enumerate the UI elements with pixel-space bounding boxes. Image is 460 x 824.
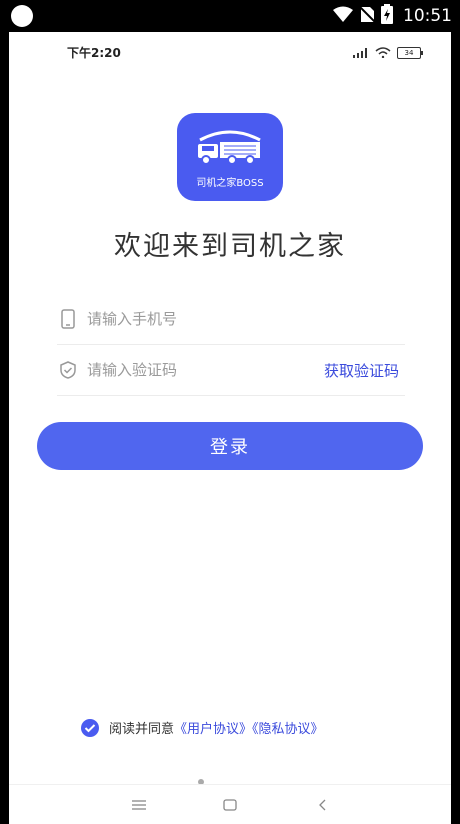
wifi-icon bbox=[333, 6, 353, 26]
home-icon[interactable] bbox=[220, 795, 240, 815]
code-field-row: 获取验证码 bbox=[57, 345, 405, 396]
logo-text: 司机之家BOSS bbox=[196, 177, 264, 189]
back-icon[interactable] bbox=[313, 795, 333, 815]
device-clock: 10:51 bbox=[403, 6, 452, 26]
no-sim-icon bbox=[358, 5, 376, 27]
get-code-button[interactable]: 获取验证码 bbox=[324, 360, 399, 381]
signal-icon bbox=[353, 43, 369, 62]
privacy-policy-link[interactable]: 《隐私协议》 bbox=[252, 722, 324, 737]
battery-charging-icon bbox=[381, 4, 393, 28]
menu-icon[interactable] bbox=[129, 795, 149, 815]
user-agreement-link[interactable]: 《用户协议》 bbox=[174, 722, 252, 737]
welcome-title: 欢迎来到司机之家 bbox=[114, 231, 346, 262]
phone-input[interactable] bbox=[87, 310, 405, 328]
notification-dot-icon bbox=[11, 5, 33, 27]
app-logo: 司机之家BOSS bbox=[177, 113, 283, 201]
agreement-prefix: 阅读并同意 bbox=[109, 722, 175, 737]
status-time: 下午2:20 bbox=[67, 46, 121, 60]
phone-icon bbox=[59, 309, 77, 329]
agreement-row: 阅读并同意《用户协议》《隐私协议》 bbox=[81, 718, 324, 737]
app-status-bar: 下午2:20 34 bbox=[9, 32, 451, 72]
system-nav-bar bbox=[9, 784, 451, 824]
phone-field-row bbox=[57, 294, 405, 345]
agreement-checkbox[interactable] bbox=[81, 718, 99, 737]
truck-icon bbox=[194, 126, 266, 172]
battery-icon: 34 bbox=[397, 46, 423, 59]
device-status-bar: 10:51 bbox=[0, 0, 460, 32]
verification-code-input[interactable] bbox=[87, 361, 324, 379]
login-button[interactable]: 登录 bbox=[37, 422, 423, 470]
shield-check-icon bbox=[59, 360, 77, 380]
wifi-icon bbox=[375, 43, 391, 62]
app-screen: 下午2:20 34 司机之家BOSS 欢迎来到司机之家 请输入手机号 请输入验证… bbox=[9, 32, 451, 824]
